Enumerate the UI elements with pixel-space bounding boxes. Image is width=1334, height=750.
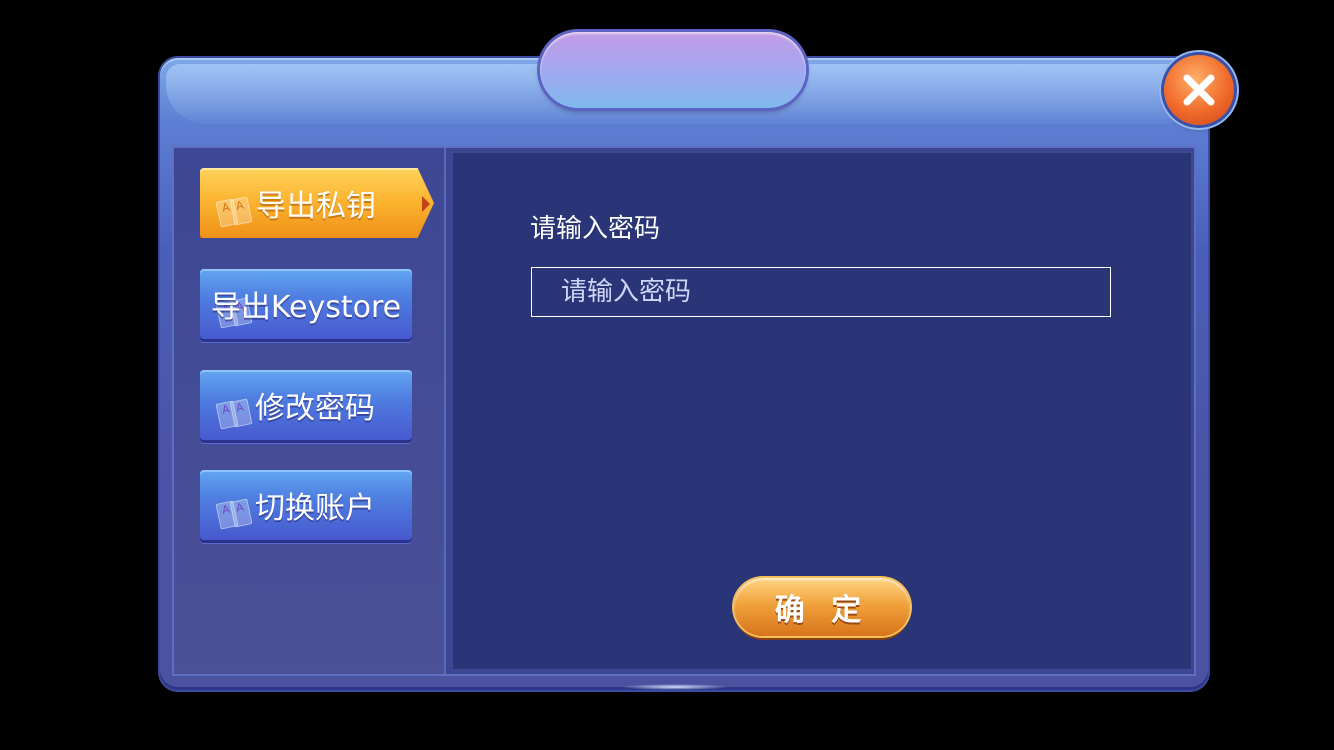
sidebar-item-export-keystore[interactable]: A A 导出Keystore [200,269,412,339]
dialog-stage: A A 导出私钥 A A 导出Keystore A A 修改密码 A A 切换账… [0,0,1334,750]
sidebar-item-label: 修改密码 [255,391,375,426]
active-arrow-icon [422,196,430,212]
sidebar-item-export-private-key[interactable]: A A 导出私钥 [200,168,434,238]
password-label: 请输入密码 [530,214,661,244]
close-icon [1183,74,1215,106]
sidebar-item-change-password[interactable]: A A 修改密码 [200,370,412,440]
title-capsule [540,32,806,108]
confirm-button[interactable]: 确 定 [734,578,910,636]
password-input[interactable] [531,267,1111,317]
sidebar-item-switch-account[interactable]: A A 切换账户 [200,470,412,540]
sidebar-item-label: 切换账户 [255,491,375,526]
sidebar-item-label: 导出私钥 [256,189,376,224]
close-button[interactable] [1164,55,1234,125]
bottom-glow [620,684,730,690]
sidebar-item-label: 导出Keystore [210,290,402,325]
